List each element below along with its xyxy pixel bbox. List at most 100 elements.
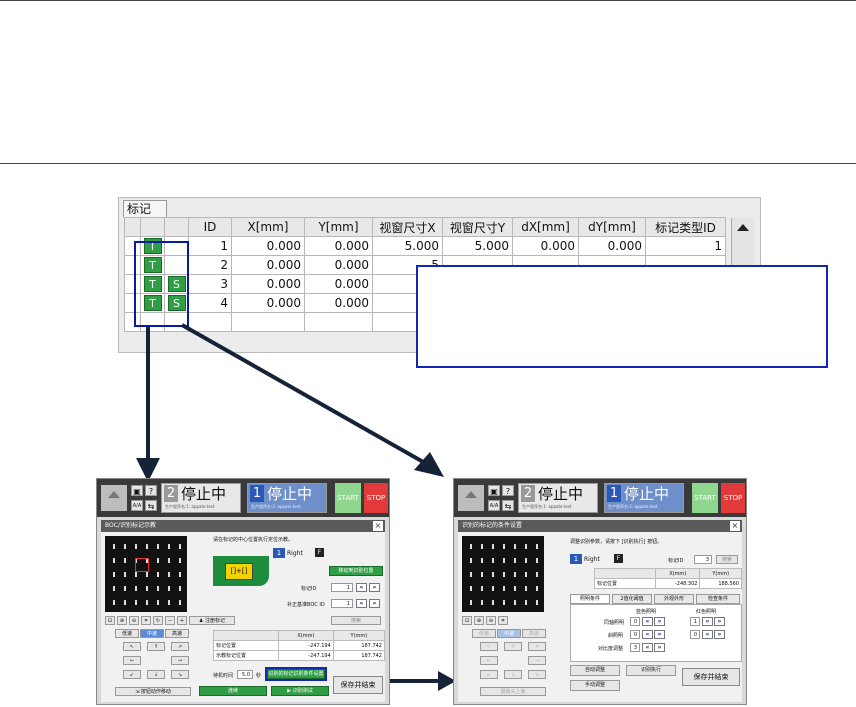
tab-lighting[interactable]: 照明条件: [570, 594, 610, 604]
jog-up-icon[interactable]: ↑: [504, 642, 522, 651]
close-icon[interactable]: ×: [730, 521, 740, 531]
next-mark-button[interactable]: »: [369, 583, 380, 592]
zoom-fit-icon[interactable]: ⊡: [462, 616, 472, 625]
status-lane-2[interactable]: 2 停止中 生产程序名:1: appate.test: [161, 483, 241, 513]
speed-low-button[interactable]: 低速: [115, 629, 139, 638]
mark-id-field[interactable]: 1: [331, 583, 353, 592]
jog-down-icon[interactable]: ↓: [504, 670, 522, 679]
coaxial-blue-prev[interactable]: «: [642, 617, 653, 626]
frame-icon[interactable]: ⌗: [141, 616, 151, 625]
save-and-exit-button[interactable]: 保存并结束: [682, 668, 740, 686]
coaxial-blue-field[interactable]: 0: [630, 617, 640, 626]
zoom-out-icon[interactable]: ⊖: [129, 616, 139, 625]
aa-button[interactable]: A/A: [131, 500, 143, 511]
coaxial-blue-next[interactable]: »: [654, 617, 665, 626]
jog-down-left-icon[interactable]: ↙: [123, 670, 141, 679]
start-button[interactable]: START: [692, 483, 718, 513]
recognition-test-button[interactable]: ▶ 识别测试: [271, 686, 329, 696]
search-button[interactable]: 搜索: [716, 555, 738, 564]
coaxial-red-next[interactable]: »: [714, 617, 725, 626]
transfer-icon[interactable]: ⇆: [502, 500, 514, 511]
coaxial-red-field[interactable]: 1: [690, 617, 700, 626]
next-boc-button[interactable]: »: [369, 599, 380, 608]
motion-move-button[interactable]: ⇲ 按钮动作移动: [115, 687, 191, 696]
transfer-icon[interactable]: ⇆: [145, 500, 157, 511]
minus-icon[interactable]: −: [165, 616, 175, 625]
jog-up-right-icon[interactable]: ↗: [171, 642, 189, 651]
boc-id-field[interactable]: 1: [331, 599, 353, 608]
start-button[interactable]: START: [335, 483, 361, 513]
oblique-blue-prev[interactable]: «: [642, 630, 653, 639]
recognition-exec-button[interactable]: 识别执行: [626, 665, 676, 676]
help-button[interactable]: ?: [502, 485, 514, 496]
jog-down-left-icon[interactable]: ↙: [480, 670, 498, 679]
frame-icon[interactable]: ⌗: [498, 616, 508, 625]
jog-right-icon[interactable]: →: [171, 656, 189, 665]
speed-low-button[interactable]: 低速: [472, 629, 496, 638]
contrast-prev[interactable]: «: [642, 643, 653, 652]
jog-down-icon[interactable]: ↓: [147, 670, 165, 679]
manual-adjust-button[interactable]: 手动调整: [570, 680, 620, 691]
oblique-blue-field[interactable]: 0: [630, 630, 640, 639]
register-mark-button[interactable]: ♟ 注册标记: [189, 616, 235, 625]
auto-adjust-button[interactable]: 自动调整: [570, 665, 620, 676]
jog-up-icon[interactable]: ↑: [147, 642, 165, 651]
lane-number: 2: [521, 485, 535, 502]
search-button[interactable]: 搜索: [331, 616, 381, 625]
rotate-icon[interactable]: ↻: [153, 616, 163, 625]
plus-icon[interactable]: +: [177, 616, 187, 625]
speed-mid-button[interactable]: 中速: [140, 629, 164, 638]
prev-mark-button[interactable]: «: [356, 583, 367, 592]
contrast-next[interactable]: »: [654, 643, 665, 652]
speed-high-button[interactable]: 高速: [522, 629, 546, 638]
oblique-blue-next[interactable]: »: [654, 630, 665, 639]
save-icon[interactable]: ▣: [488, 485, 500, 496]
col-x: X(mm): [654, 568, 701, 579]
continue-button[interactable]: 连续: [199, 686, 267, 696]
fiducial-dot: [135, 544, 137, 549]
jog-up-left-icon[interactable]: ↖: [123, 642, 141, 651]
save-and-exit-button[interactable]: 保存并结束: [333, 676, 383, 694]
aa-button[interactable]: A/A: [488, 500, 500, 511]
fiducial-dot: [525, 558, 527, 563]
status-lane-2[interactable]: 2 停止中 生产程序名:1: appate.test: [518, 483, 598, 513]
tab-shape[interactable]: 外观外形: [654, 594, 694, 604]
coaxial-red-prev[interactable]: «: [702, 617, 713, 626]
move-to-position-button[interactable]: 移动到识别位置: [329, 566, 383, 576]
zoom-fit-icon[interactable]: ⊡: [105, 616, 115, 625]
zoom-out-icon[interactable]: ⊖: [486, 616, 496, 625]
status-lane-1[interactable]: 1 停止中 生产程序名:2: appate.test: [604, 483, 684, 513]
prev-boc-button[interactable]: «: [356, 599, 367, 608]
status-lane-1[interactable]: 1 停止中 生产程序名:2: appate.test: [247, 483, 327, 513]
jog-left-icon[interactable]: ←: [123, 656, 141, 665]
camera-up-button[interactable]: 摄像头上离: [480, 687, 546, 696]
close-icon[interactable]: ×: [373, 521, 383, 531]
tab-inspection[interactable]: 检查条件: [696, 594, 740, 604]
recognition-condition-button[interactable]: 识别的标记识别条件设置: [265, 667, 327, 681]
jog-left-icon[interactable]: ←: [480, 656, 498, 665]
home-icon[interactable]: [101, 485, 127, 511]
contrast-field[interactable]: 3: [630, 643, 640, 652]
oblique-red-next[interactable]: »: [714, 630, 725, 639]
speed-high-button[interactable]: 高速: [165, 629, 189, 638]
stop-button[interactable]: STOP: [721, 483, 745, 513]
oblique-red-prev[interactable]: «: [702, 630, 713, 639]
zoom-in-icon[interactable]: ⊕: [117, 616, 127, 625]
speed-mid-button[interactable]: 中速: [497, 629, 521, 638]
help-button[interactable]: ?: [145, 485, 157, 496]
wait-time-field[interactable]: 5.0: [237, 670, 253, 679]
jog-up-left-icon[interactable]: ↖: [480, 642, 498, 651]
oblique-red-field[interactable]: 0: [690, 630, 700, 639]
jog-down-right-icon[interactable]: ↘: [528, 670, 546, 679]
save-icon[interactable]: ▣: [131, 485, 143, 496]
jog-right-icon[interactable]: →: [528, 656, 546, 665]
jog-up-right-icon[interactable]: ↗: [528, 642, 546, 651]
stop-button[interactable]: STOP: [364, 483, 388, 513]
boc-id-label: 补正基准BOC ID: [287, 602, 325, 608]
home-icon[interactable]: [458, 485, 484, 511]
jog-down-right-icon[interactable]: ↘: [171, 670, 189, 679]
mark-id-field[interactable]: 3: [694, 555, 712, 564]
tab-threshold[interactable]: 2值化阈值: [612, 594, 652, 604]
zoom-in-icon[interactable]: ⊕: [474, 616, 484, 625]
teach-dialog-screen: ▣ ? A/A ⇆ 2 停止中 生产程序名:1: appate.test 1 停…: [96, 478, 390, 705]
